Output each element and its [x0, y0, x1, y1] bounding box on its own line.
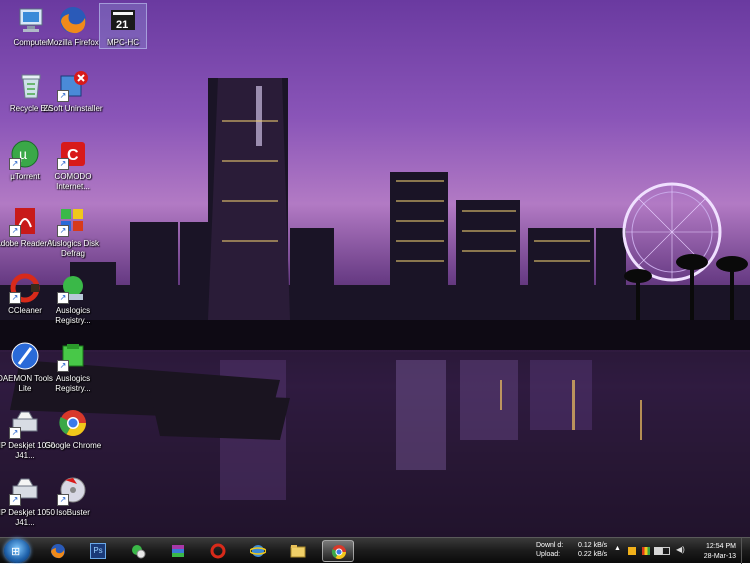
- taskbar-photoshop[interactable]: Ps: [82, 540, 114, 562]
- taskbar-ccleaner[interactable]: [202, 540, 234, 562]
- tray-flag-icon[interactable]: [654, 547, 662, 555]
- clock-date[interactable]: 28-Mar-13: [704, 553, 736, 560]
- start-button[interactable]: ⊞: [4, 539, 30, 563]
- clock-time[interactable]: 12:54 PM: [706, 543, 736, 550]
- desktop-icon-auslogics-registry-1[interactable]: ↗ Auslogics Registry...: [42, 272, 104, 326]
- chrome-icon: [331, 545, 346, 559]
- shortcut-arrow-icon: ↗: [57, 225, 69, 237]
- taskbar-firefox[interactable]: [42, 540, 74, 562]
- taskbar: ⊞ Ps Downl d: 0.12 kB/s Upload: 0.22 kB/…: [0, 537, 750, 564]
- shortcut-arrow-icon: ↗: [57, 158, 69, 170]
- desktop-icon-mpc-hc[interactable]: 21 MPC-HC: [99, 3, 147, 49]
- mpc-hc-icon: 21: [107, 4, 139, 36]
- desktop-icon-zsoft-uninstaller[interactable]: ↗ ZSoft Uninstaller: [42, 70, 104, 114]
- adobe-reader-icon: ↗: [9, 205, 41, 237]
- wallpaper-image: [0, 78, 750, 537]
- network-icon: [132, 545, 146, 559]
- shortcut-arrow-icon: ↗: [57, 494, 69, 506]
- zsoft-uninstaller-icon: ↗: [57, 70, 89, 102]
- desktop-icon-auslogics-defrag[interactable]: ↗ Auslogics Disk Defrag: [42, 205, 104, 259]
- firefox-icon: [51, 544, 65, 559]
- firefox-icon: [57, 4, 89, 36]
- hp-printer2-icon: ↗: [9, 474, 41, 506]
- ccleaner-icon: ↗: [9, 272, 41, 304]
- desktop-icon-google-chrome[interactable]: Google Chrome: [42, 407, 104, 451]
- shortcut-arrow-icon: ↗: [9, 158, 21, 170]
- desktop-icon-isobuster[interactable]: ↗ IsoBuster: [42, 474, 104, 518]
- tray-app-icon[interactable]: [628, 547, 636, 555]
- shortcut-arrow-icon: ↗: [9, 494, 21, 506]
- shortcut-arrow-icon: ↗: [57, 360, 69, 372]
- ie-icon: [250, 545, 266, 557]
- daemon-tools-icon: [9, 340, 41, 372]
- svg-text:21: 21: [116, 19, 128, 31]
- shortcut-arrow-icon: ↗: [57, 292, 69, 304]
- photoshop-icon: Ps: [90, 543, 106, 559]
- taskbar-internet-explorer[interactable]: [242, 540, 274, 562]
- net-down-label: Downl d:: [536, 542, 564, 549]
- shortcut-arrow-icon: ↗: [9, 292, 21, 304]
- ccleaner-icon: [210, 543, 226, 559]
- net-up-value: 0.22 kB/s: [578, 551, 608, 558]
- network-tray-icon[interactable]: [662, 547, 670, 555]
- taskbar-explorer[interactable]: [282, 540, 314, 562]
- shortcut-arrow-icon: ↗: [57, 90, 69, 102]
- winrar-icon: [172, 545, 184, 557]
- hp-printer-icon: ↗: [9, 407, 41, 439]
- explorer-icon: [290, 545, 306, 558]
- shortcut-arrow-icon: ↗: [9, 225, 21, 237]
- isobuster-icon: ↗: [57, 474, 89, 506]
- auslogics-registry2-icon: ↗: [57, 340, 89, 372]
- auslogics-defrag-icon: ↗: [57, 205, 89, 237]
- auslogics-registry-icon: ↗: [57, 272, 89, 304]
- show-desktop-button[interactable]: [741, 538, 750, 564]
- show-hidden-icons-button[interactable]: ▲: [614, 545, 622, 553]
- windows-logo-icon: ⊞: [11, 546, 21, 558]
- taskbar-network-tool[interactable]: [122, 540, 154, 562]
- net-down-value: 0.12 kB/s: [578, 542, 608, 549]
- desktop-icon-auslogics-registry-2[interactable]: ↗ Auslogics Registry...: [42, 340, 104, 394]
- tray-monitor-icon[interactable]: [642, 547, 650, 555]
- desktop: Computer Recycle Bin µ ↗ µTorrent ↗ Adob…: [0, 0, 750, 537]
- desktop-icon-firefox[interactable]: Mozilla Firefox: [42, 4, 104, 48]
- volume-icon[interactable]: ◀): [676, 545, 685, 554]
- desktop-icon-comodo[interactable]: C ↗ COMODO Internet...: [42, 138, 104, 192]
- utorrent-icon: µ ↗: [9, 138, 41, 170]
- taskbar-winrar[interactable]: [162, 540, 194, 562]
- shortcut-arrow-icon: ↗: [9, 427, 21, 439]
- net-up-label: Upload:: [536, 551, 561, 558]
- chrome-icon: [57, 407, 89, 439]
- comodo-icon: C ↗: [57, 138, 89, 170]
- taskbar-chrome[interactable]: [322, 540, 354, 562]
